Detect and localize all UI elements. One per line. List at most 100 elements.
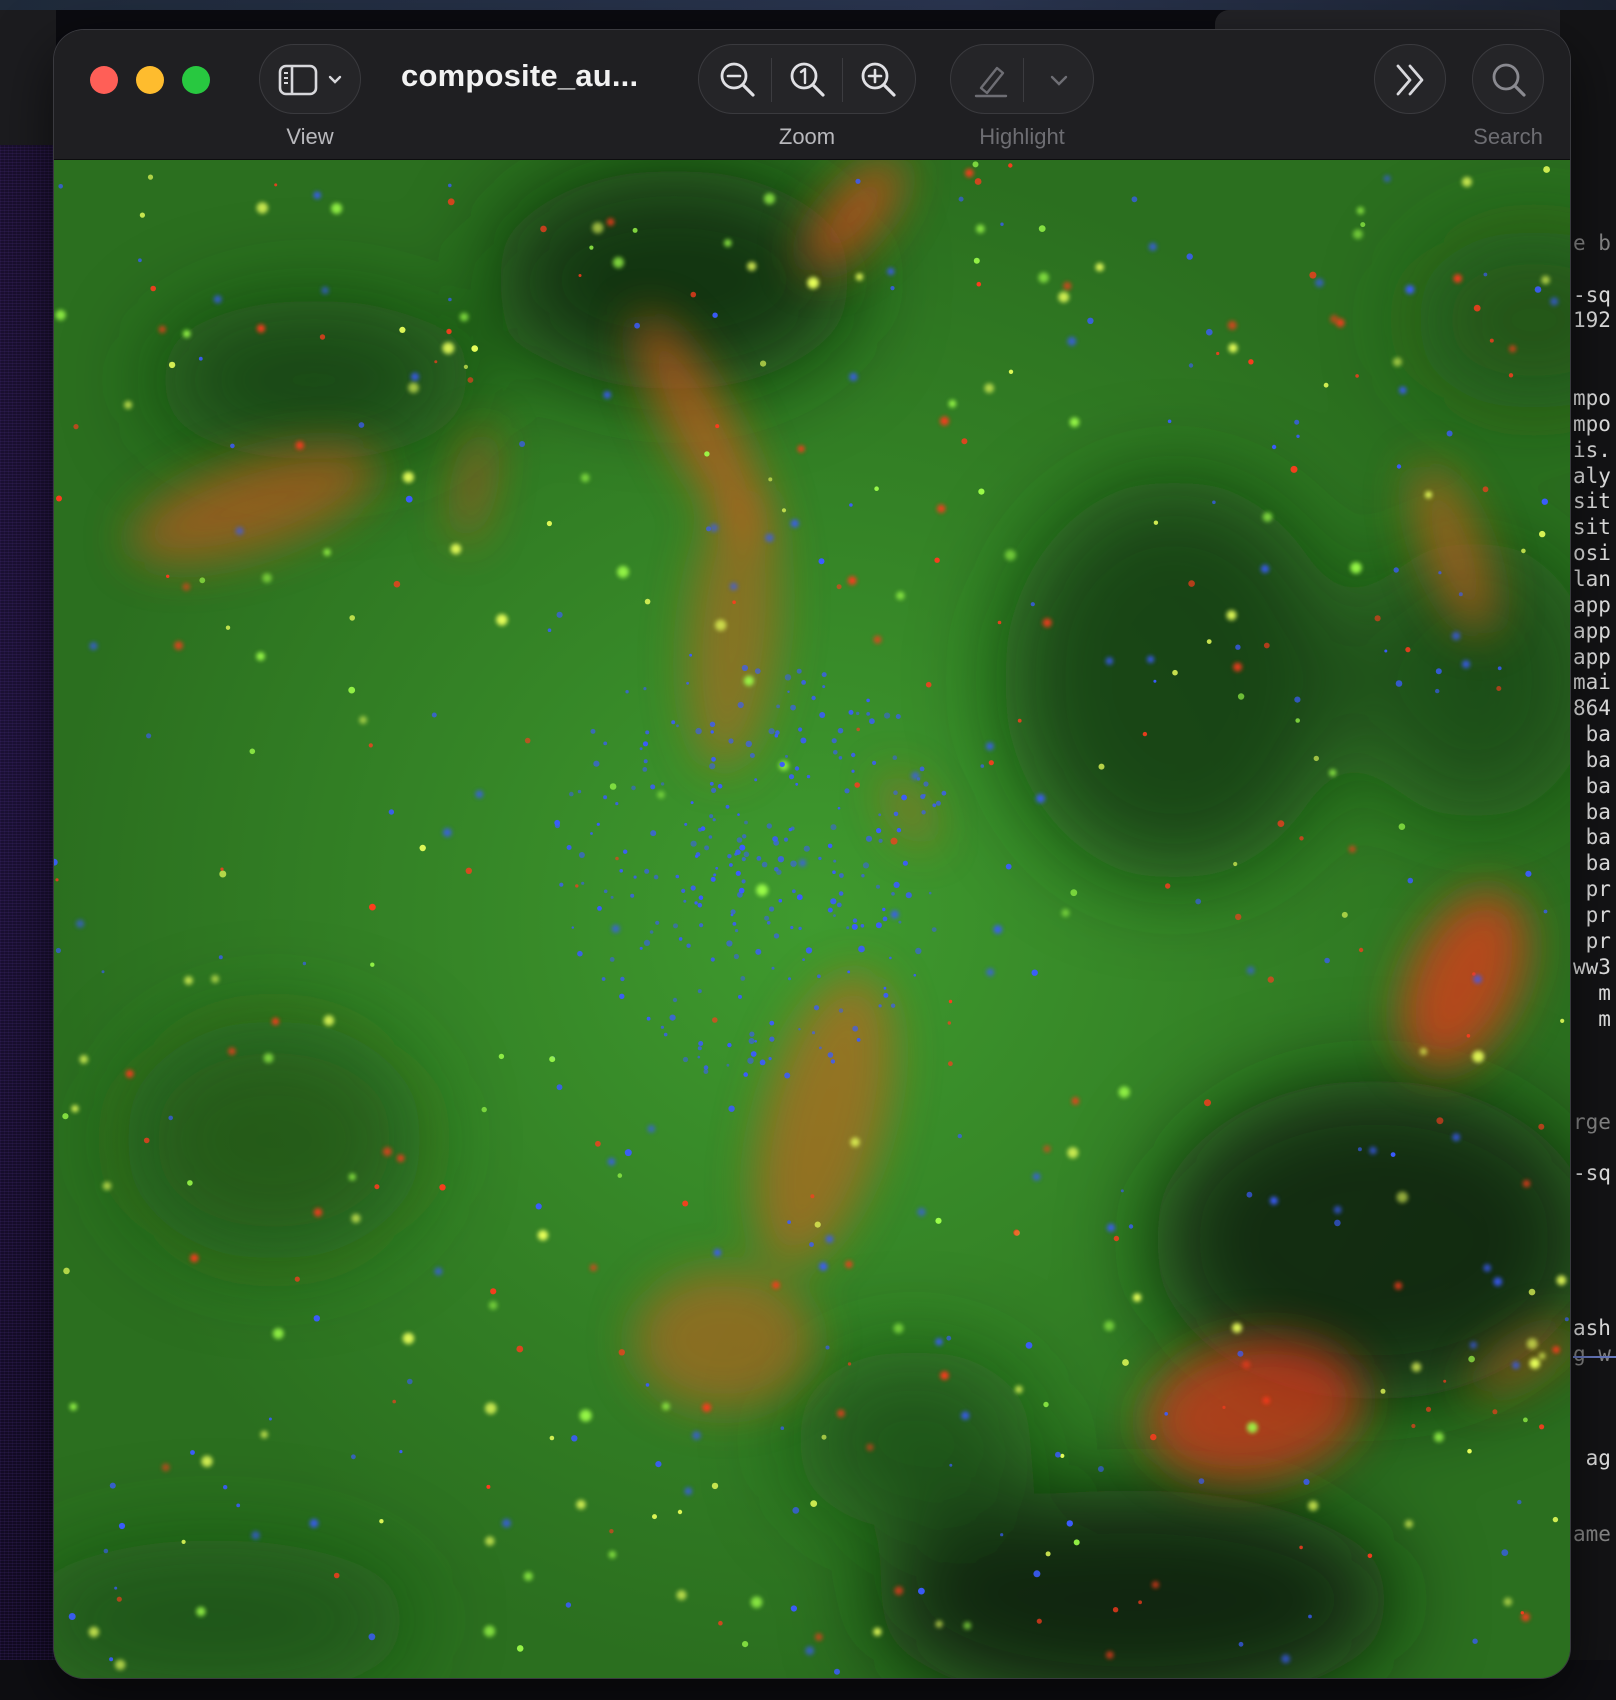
cluster-star bbox=[827, 907, 833, 913]
cluster-star bbox=[803, 845, 810, 852]
search-button[interactable] bbox=[1472, 44, 1544, 114]
star bbox=[1212, 500, 1216, 505]
highlighter-icon[interactable] bbox=[971, 60, 1011, 100]
cluster-star bbox=[593, 760, 600, 767]
cluster-star bbox=[639, 946, 643, 950]
cluster-star bbox=[671, 720, 676, 725]
cluster-star bbox=[726, 1063, 730, 1067]
star bbox=[1131, 196, 1138, 203]
cluster-star bbox=[554, 819, 561, 826]
actual-size-icon[interactable] bbox=[788, 60, 828, 100]
star bbox=[750, 1051, 757, 1057]
star bbox=[1000, 222, 1004, 226]
star bbox=[407, 1378, 413, 1385]
star bbox=[821, 1434, 827, 1440]
star bbox=[1216, 351, 1220, 356]
star bbox=[607, 1158, 616, 1166]
star bbox=[652, 1514, 657, 1520]
star bbox=[116, 1596, 122, 1602]
star bbox=[1392, 357, 1402, 367]
cluster-star bbox=[710, 730, 714, 734]
star bbox=[972, 161, 979, 168]
star bbox=[615, 856, 619, 861]
cluster-star bbox=[878, 838, 883, 843]
view-button[interactable] bbox=[259, 44, 361, 114]
cluster-star bbox=[643, 687, 647, 691]
star bbox=[800, 737, 807, 744]
star bbox=[1315, 278, 1324, 287]
star bbox=[711, 1482, 719, 1490]
cluster-star bbox=[768, 728, 775, 735]
cluster-star bbox=[609, 957, 615, 962]
star bbox=[1534, 286, 1542, 293]
cluster-star bbox=[713, 873, 717, 877]
cluster-star bbox=[822, 685, 826, 689]
star bbox=[918, 1587, 925, 1595]
terminal-line: lan bbox=[1573, 567, 1611, 591]
star bbox=[115, 1659, 126, 1671]
star bbox=[1206, 639, 1212, 644]
star bbox=[792, 1507, 800, 1514]
cluster-star bbox=[805, 947, 813, 954]
cluster-star bbox=[889, 956, 892, 960]
star bbox=[1517, 1499, 1522, 1505]
search-label: Search bbox=[1473, 124, 1543, 149]
terminal-line: g w bbox=[1573, 1342, 1611, 1366]
star bbox=[1308, 1614, 1312, 1619]
star bbox=[1472, 1050, 1485, 1063]
star bbox=[268, 1417, 272, 1421]
image-canvas[interactable] bbox=[54, 160, 1570, 1678]
star bbox=[1242, 1360, 1251, 1369]
cluster-star bbox=[851, 923, 858, 930]
star bbox=[313, 191, 321, 199]
star bbox=[147, 174, 154, 180]
star bbox=[498, 1053, 505, 1060]
fullscreen-button[interactable] bbox=[182, 66, 210, 94]
star bbox=[1384, 649, 1388, 653]
star bbox=[71, 1105, 79, 1113]
star bbox=[1461, 176, 1472, 187]
star bbox=[537, 1230, 549, 1241]
cluster-star bbox=[798, 926, 802, 931]
star bbox=[1541, 498, 1549, 505]
cluster-star bbox=[749, 1031, 755, 1037]
cluster-star bbox=[735, 929, 739, 933]
star bbox=[1032, 1172, 1041, 1181]
star bbox=[1541, 275, 1550, 285]
cluster-star bbox=[832, 870, 836, 874]
cluster-star bbox=[735, 849, 741, 855]
cluster-star bbox=[660, 782, 665, 786]
more-tools-button[interactable] bbox=[1374, 44, 1446, 114]
star bbox=[187, 1180, 193, 1186]
cluster-star bbox=[732, 922, 737, 926]
close-button[interactable] bbox=[90, 66, 118, 94]
minimize-button[interactable] bbox=[136, 66, 164, 94]
star bbox=[459, 312, 469, 322]
cluster-star bbox=[756, 856, 762, 861]
cluster-star bbox=[830, 1059, 836, 1064]
cluster-star bbox=[710, 957, 715, 962]
star bbox=[1299, 836, 1304, 841]
star bbox=[150, 285, 156, 292]
star bbox=[463, 364, 468, 369]
star bbox=[713, 1248, 722, 1257]
star bbox=[351, 1213, 361, 1223]
star bbox=[1334, 1219, 1341, 1227]
cluster-star bbox=[738, 887, 745, 894]
zoom-in-icon[interactable] bbox=[859, 60, 899, 100]
star bbox=[446, 328, 452, 335]
star bbox=[256, 324, 266, 333]
chevron-down-icon[interactable] bbox=[1049, 74, 1069, 88]
cluster-star bbox=[923, 781, 929, 787]
star bbox=[143, 1137, 150, 1144]
star bbox=[836, 584, 842, 590]
star bbox=[302, 961, 307, 966]
star bbox=[55, 878, 59, 882]
star bbox=[1294, 696, 1301, 703]
star bbox=[1303, 1478, 1310, 1485]
terminal-line: ame bbox=[1573, 1522, 1611, 1546]
cluster-star bbox=[686, 943, 691, 948]
cluster-star bbox=[836, 902, 842, 908]
zoom-out-icon[interactable] bbox=[718, 60, 758, 100]
cluster-star bbox=[610, 895, 614, 899]
